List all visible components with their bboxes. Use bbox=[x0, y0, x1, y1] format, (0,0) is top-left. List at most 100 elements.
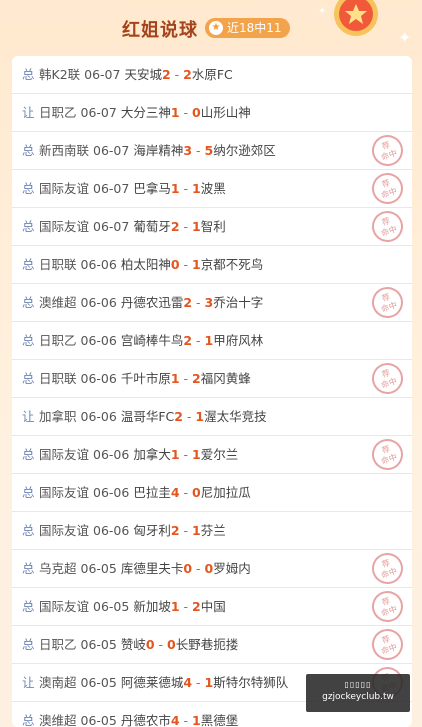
list-item[interactable]: 让日职乙 06-07 大分三神1 - 0山形山神 bbox=[12, 94, 412, 132]
bet-type: 让 bbox=[22, 409, 35, 424]
list-item[interactable]: 总日职乙 06-06 宫崎棒牛鸟2 - 1甲府风林 bbox=[12, 322, 412, 360]
away-score: 1 bbox=[204, 333, 214, 348]
match-info: 日职乙 06-06 宫崎棒牛鸟2 - 1甲府风林 bbox=[39, 322, 263, 359]
bet-type: 总 bbox=[22, 295, 35, 310]
away-team: 爱尔兰 bbox=[200, 447, 239, 462]
home-team: 柏太阳神 bbox=[120, 257, 171, 272]
away-team: 中国 bbox=[200, 599, 226, 614]
score-separator: - bbox=[192, 295, 205, 310]
list-item[interactable]: 总韩K2联 06-07 天安城2 - 2水原FC bbox=[12, 56, 412, 94]
list-item[interactable]: 总日职联 06-06 千叶市原1 - 2福冈黄蜂 荐命中 bbox=[12, 358, 412, 399]
bet-type: 总 bbox=[22, 257, 35, 272]
home-team: 天安城 bbox=[124, 67, 162, 82]
hit-stamp-icon: 荐命中 bbox=[367, 624, 408, 665]
home-team: 大分三神 bbox=[120, 105, 171, 120]
match-date: 06-05 bbox=[80, 561, 117, 576]
away-score: 1 bbox=[192, 523, 201, 538]
away-team: 福冈黄蜂 bbox=[200, 371, 251, 386]
home-score: 1 bbox=[170, 105, 180, 120]
list-item[interactable]: 总国际友谊 06-06 匈牙利2 - 1芬兰 bbox=[12, 512, 412, 550]
home-score: 0 bbox=[145, 637, 155, 652]
bet-type: 总 bbox=[22, 561, 35, 576]
list-item[interactable]: 总乌克超 06-05 库德里夫卡0 - 0罗姆内荐命中 bbox=[12, 548, 412, 589]
home-score: 2 bbox=[183, 295, 193, 310]
match-date: 06-05 bbox=[80, 713, 117, 727]
home-score: 2 bbox=[161, 67, 171, 82]
match-date: 06-06 bbox=[93, 523, 130, 538]
list-item[interactable]: 总国际友谊 06-06 巴拉圭4 - 0尼加拉瓜 bbox=[12, 474, 412, 512]
match-date: 06-06 bbox=[80, 257, 117, 272]
list-item[interactable]: 总澳维超 06-06 丹德农迅雷2 - 3乔治十字 荐命中 bbox=[12, 282, 412, 323]
list-item[interactable]: 总国际友谊 06-07 葡萄牙2 - 1智利 荐命中 bbox=[12, 206, 412, 247]
away-team: 尼加拉瓜 bbox=[200, 485, 251, 500]
home-team: 葡萄牙 bbox=[133, 219, 171, 234]
sparkle-icon: ✦ bbox=[318, 6, 327, 17]
away-team: 波黑 bbox=[200, 181, 226, 196]
medal-icon bbox=[334, 0, 378, 36]
score-separator: - bbox=[179, 219, 192, 234]
match-date: 06-06 bbox=[80, 295, 117, 310]
home-score: 1 bbox=[170, 371, 180, 386]
star-icon: ★ bbox=[209, 21, 223, 35]
away-team: 黑德堡 bbox=[200, 713, 239, 727]
list-item[interactable]: 总新西南联 06-07 海岸精神3 - 5纳尔逊郊区 荐命中 bbox=[12, 130, 412, 171]
match-info: 新西南联 06-07 海岸精神3 - 5纳尔逊郊区 bbox=[39, 132, 276, 169]
record-badge: ★ 近18中11 bbox=[205, 18, 290, 38]
home-score: 4 bbox=[170, 485, 180, 500]
away-team: 罗姆内 bbox=[213, 561, 251, 576]
match-info: 澳维超 06-05 丹德农市4 - 1黑德堡 bbox=[39, 702, 238, 727]
home-score: 0 bbox=[170, 257, 180, 272]
match-date: 06-07 bbox=[84, 67, 121, 82]
away-team: 山形山神 bbox=[200, 105, 251, 120]
list-item[interactable]: 总日职乙 06-05 赞岐0 - 0长野巷扼搂荐命中 bbox=[12, 624, 412, 665]
league-name: 日职乙 bbox=[39, 333, 77, 348]
score-separator: - bbox=[179, 371, 192, 386]
league-name: 澳维超 bbox=[39, 713, 77, 727]
hit-stamp-icon: 荐命中 bbox=[367, 282, 408, 323]
hit-stamp-icon: 荐命中 bbox=[367, 548, 408, 589]
away-score: 2 bbox=[192, 599, 201, 614]
league-name: 国际友谊 bbox=[39, 485, 90, 500]
home-score: 4 bbox=[170, 713, 180, 727]
away-score: 1 bbox=[192, 181, 201, 196]
away-score: 0 bbox=[192, 485, 201, 500]
score-separator: - bbox=[179, 257, 192, 272]
league-name: 乌克超 bbox=[39, 561, 77, 576]
home-score: 2 bbox=[183, 333, 193, 348]
match-date: 06-05 bbox=[80, 675, 117, 690]
bet-type: 让 bbox=[22, 675, 35, 690]
score-separator: - bbox=[192, 561, 205, 576]
score-separator: - bbox=[192, 675, 205, 690]
record-text: 近18中11 bbox=[227, 21, 282, 35]
league-name: 加拿职 bbox=[39, 409, 77, 424]
home-score: 0 bbox=[183, 561, 193, 576]
home-score: 1 bbox=[170, 181, 180, 196]
bet-type: 总 bbox=[22, 333, 35, 348]
list-item[interactable]: 总国际友谊 06-06 加拿大1 - 1爱尔兰荐命中 bbox=[12, 434, 412, 475]
hit-stamp-icon: 荐命中 bbox=[367, 358, 408, 399]
home-score: 3 bbox=[183, 143, 193, 158]
league-name: 国际友谊 bbox=[39, 181, 90, 196]
list-item[interactable]: 总日职联 06-06 柏太阳神0 - 1京都不死鸟 bbox=[12, 246, 412, 284]
bet-type: 总 bbox=[22, 143, 35, 158]
home-team: 海岸精神 bbox=[133, 143, 184, 158]
bet-type: 总 bbox=[22, 67, 35, 82]
bet-type: 总 bbox=[22, 599, 35, 614]
home-team: 千叶市原 bbox=[120, 371, 171, 386]
away-score: 5 bbox=[204, 143, 214, 158]
home-team: 巴拿马 bbox=[133, 181, 171, 196]
match-info: 日职联 06-06 柏太阳神0 - 1京都不死鸟 bbox=[39, 246, 263, 283]
match-info: 乌克超 06-05 库德里夫卡0 - 0罗姆内 bbox=[39, 550, 251, 587]
bet-type: 总 bbox=[22, 485, 35, 500]
list-item[interactable]: 总国际友谊 06-05 新加坡1 - 2中国 荐命中 bbox=[12, 586, 412, 627]
home-team: 阿德莱德城 bbox=[120, 675, 184, 690]
away-team: 纳尔逊郊区 bbox=[213, 143, 276, 158]
bet-type: 总 bbox=[22, 637, 35, 652]
match-date: 06-06 bbox=[80, 333, 117, 348]
page-title: 红姐说球 bbox=[122, 20, 198, 41]
hit-stamp-icon: 荐命中 bbox=[367, 206, 408, 247]
list-item[interactable]: 让加拿职 06-06 温哥华FC2 - 1渥太华竞技 bbox=[12, 398, 412, 436]
home-score: 2 bbox=[170, 219, 180, 234]
list-item[interactable]: 总国际友谊 06-07 巴拿马1 - 1波黑荐命中 bbox=[12, 168, 412, 209]
home-team: 匈牙利 bbox=[133, 523, 171, 538]
